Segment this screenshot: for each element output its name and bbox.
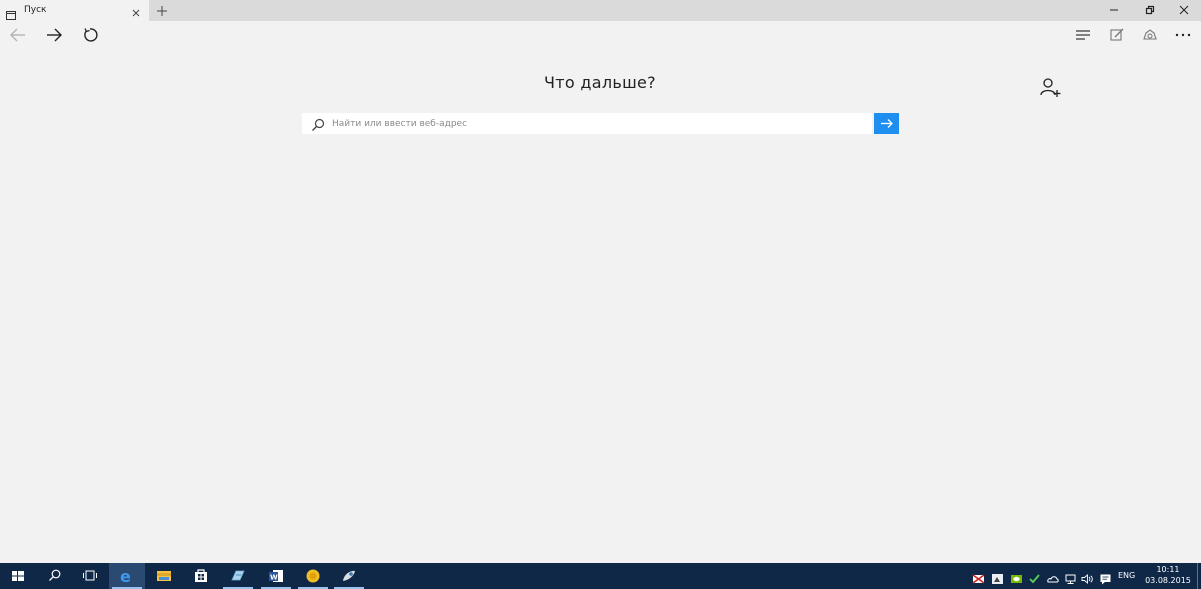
task-view-icon bbox=[83, 570, 97, 581]
add-person-button[interactable] bbox=[1039, 77, 1063, 99]
onedrive-icon[interactable] bbox=[1046, 570, 1059, 583]
web-note-icon bbox=[1110, 28, 1124, 41]
task-view-button[interactable] bbox=[72, 563, 108, 589]
clock-time: 10:11 bbox=[1156, 565, 1180, 574]
search-icon bbox=[49, 569, 61, 581]
start-button[interactable] bbox=[0, 563, 36, 589]
start-icon bbox=[12, 571, 24, 581]
store-icon bbox=[195, 569, 207, 582]
close-window-button[interactable] bbox=[1166, 0, 1201, 21]
clock-date: 03.08.2015 bbox=[1145, 576, 1191, 585]
tab-start[interactable]: Пуск bbox=[0, 0, 149, 21]
taskbar-search-button[interactable] bbox=[37, 563, 73, 589]
search-box[interactable] bbox=[302, 113, 872, 134]
tab-page-icon bbox=[6, 5, 16, 20]
restore-button[interactable] bbox=[1132, 0, 1168, 21]
search-icon bbox=[311, 117, 325, 131]
input-language[interactable]: ENG bbox=[1118, 571, 1135, 581]
app-icon bbox=[343, 570, 355, 581]
volume-icon[interactable] bbox=[1081, 570, 1094, 584]
more-button[interactable] bbox=[1172, 25, 1194, 45]
minimize-icon bbox=[1110, 9, 1118, 11]
svg-text:W: W bbox=[270, 574, 278, 582]
hub-icon bbox=[1076, 30, 1090, 40]
more-icon bbox=[1175, 33, 1191, 37]
word-taskbar-button[interactable]: W bbox=[258, 563, 294, 589]
add-person-icon bbox=[1040, 78, 1061, 97]
restore-icon bbox=[1145, 5, 1155, 15]
navigation-bar bbox=[0, 21, 1201, 50]
network-icon[interactable] bbox=[1064, 570, 1077, 584]
forward-arrow-icon bbox=[47, 28, 62, 42]
back-arrow-icon bbox=[10, 28, 25, 42]
taskbar: e W ENG 10:11 03.08.2015 bbox=[0, 563, 1201, 589]
edge-icon: e bbox=[120, 568, 131, 584]
new-tab-icon[interactable] bbox=[155, 3, 169, 17]
share-icon bbox=[1143, 29, 1157, 40]
store-button[interactable] bbox=[183, 563, 219, 589]
close-icon bbox=[1179, 5, 1189, 15]
app-icon bbox=[231, 570, 245, 581]
app-taskbar-button-3[interactable] bbox=[331, 563, 367, 589]
app-icon bbox=[306, 569, 320, 583]
file-explorer-button[interactable] bbox=[146, 563, 182, 589]
notifications-icon[interactable] bbox=[1099, 570, 1112, 585]
show-desktop-button[interactable] bbox=[1197, 563, 1201, 589]
search-input[interactable] bbox=[332, 113, 862, 134]
tab-bar: Пуск bbox=[0, 0, 1201, 21]
close-tab-icon[interactable] bbox=[130, 4, 142, 17]
page-headline: Что дальше? bbox=[544, 73, 656, 92]
go-button[interactable] bbox=[874, 113, 899, 134]
file-explorer-icon bbox=[157, 571, 171, 581]
minimize-button[interactable] bbox=[1096, 0, 1132, 21]
refresh-icon bbox=[84, 28, 98, 42]
forward-button[interactable] bbox=[43, 25, 65, 45]
arrow-right-icon bbox=[881, 119, 893, 128]
svg-text:e: e bbox=[120, 568, 131, 584]
share-button[interactable] bbox=[1139, 25, 1161, 45]
nvidia-icon[interactable] bbox=[1010, 570, 1023, 583]
app-taskbar-button-1[interactable] bbox=[220, 563, 256, 589]
back-button[interactable] bbox=[7, 25, 29, 45]
app-taskbar-button-2[interactable] bbox=[295, 563, 331, 589]
edge-taskbar-button[interactable]: e bbox=[109, 563, 145, 589]
tray-check-icon[interactable] bbox=[1028, 570, 1041, 584]
tray-app-icon[interactable] bbox=[991, 570, 1004, 584]
tab-title: Пуск bbox=[24, 5, 47, 15]
clock[interactable]: 10:11 03.08.2015 bbox=[1140, 564, 1196, 586]
hub-button[interactable] bbox=[1072, 25, 1094, 45]
flag-icon[interactable] bbox=[972, 570, 985, 584]
web-note-button[interactable] bbox=[1106, 25, 1128, 45]
refresh-button[interactable] bbox=[79, 25, 101, 45]
word-icon: W bbox=[269, 570, 283, 582]
